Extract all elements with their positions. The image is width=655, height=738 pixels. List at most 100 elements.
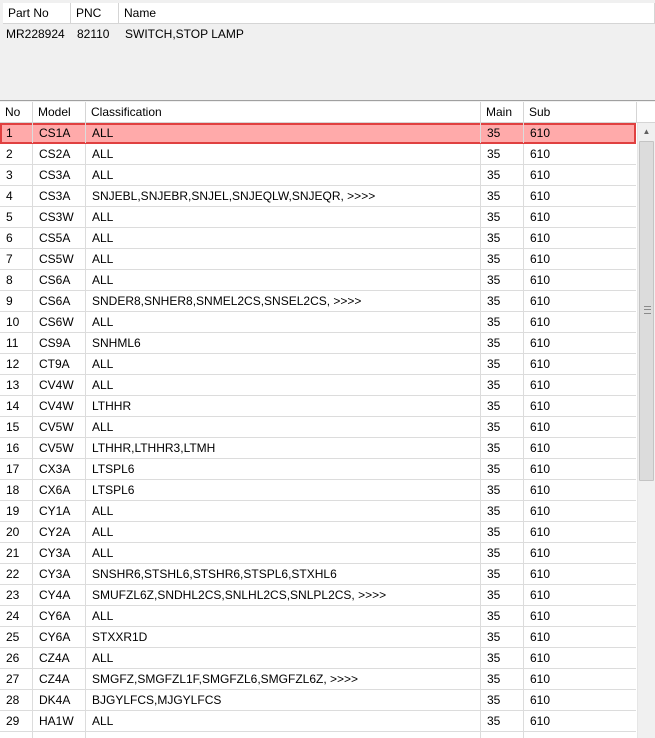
table-row[interactable]: 23 CY4A SMUFZL6Z,SNDHL2CS,SNLHL2CS,SNLPL2C…: [0, 585, 636, 606]
table-row[interactable]: 7 CS5W ALL 35 610: [0, 249, 636, 270]
model-list-panel: No Model Classification Main Sub 1 CS1A AL…: [0, 102, 655, 738]
row-classification: ALL: [86, 711, 481, 731]
row-sub: 610: [530, 651, 551, 665]
table-row[interactable]: 16 CV5W LTHHR,LTHHR3,LTMH 35 610: [0, 438, 636, 459]
table-row[interactable]: 18 CX6A LTSPL6 35 610: [0, 480, 636, 501]
table-row[interactable]: 13 CV4W ALL 35 610: [0, 375, 636, 396]
scroll-thumb[interactable]: [639, 141, 654, 481]
row-classification: ALL: [86, 375, 481, 395]
row-model: CY4A: [33, 585, 86, 605]
table-row[interactable]: 12 CT9A ALL 35 610: [0, 354, 636, 375]
table-row[interactable]: 24 CY6A ALL 35 610: [0, 606, 636, 627]
row-classification: ALL: [86, 207, 481, 227]
row-main: 35: [481, 627, 524, 647]
column-header-pnc[interactable]: PNC: [71, 3, 119, 24]
table-row[interactable]: 9 CS6A SNDER8,SNHER8,SNMEL2CS,SNSEL2CS, >>…: [0, 291, 636, 312]
row-model: CV5W: [33, 438, 86, 458]
table-row[interactable]: 10 CS6W ALL 35 610: [0, 312, 636, 333]
table-row[interactable]: 2 CS2A ALL 35 610: [0, 144, 636, 165]
table-row[interactable]: 3 CS3A ALL 35 610: [0, 165, 636, 186]
table-row[interactable]: 20 CY2A ALL 35 610: [0, 522, 636, 543]
row-no: 4: [0, 186, 33, 206]
column-header-name[interactable]: Name: [119, 3, 655, 24]
row-model: CY6A: [33, 606, 86, 626]
table-row[interactable]: 17 CX3A LTSPL6 35 610: [0, 459, 636, 480]
row-no: 20: [0, 522, 33, 542]
row-main: 35: [481, 354, 524, 374]
column-header-part-no[interactable]: Part No: [3, 3, 71, 24]
table-row[interactable]: 15 CV5W ALL 35 610: [0, 417, 636, 438]
row-no: 16: [0, 438, 33, 458]
row-sub: 610: [530, 294, 551, 308]
row-sub: 610: [530, 168, 551, 182]
table-row[interactable]: 8 CS6A ALL 35 610: [0, 270, 636, 291]
row-no: 28: [0, 690, 33, 710]
row-main: 35: [481, 543, 524, 563]
row-main: 35: [481, 438, 524, 458]
row-sub: 610: [530, 714, 551, 728]
column-header-sub[interactable]: Sub: [524, 102, 637, 123]
row-sub: 610: [530, 147, 551, 161]
table-row[interactable]: 29 HA1W ALL 35 610: [0, 711, 636, 732]
grip-lines-icon: [644, 306, 651, 314]
row-sub: 610: [530, 420, 551, 434]
row-main: 35: [481, 207, 524, 227]
row-model: CY3A: [33, 564, 86, 584]
row-main: 35: [481, 333, 524, 353]
column-header-main[interactable]: Main: [481, 102, 524, 123]
row-no: 3: [0, 165, 33, 185]
row-no: 8: [0, 270, 33, 290]
row-sub: 610: [530, 588, 551, 602]
row-no: 29: [0, 711, 33, 731]
table-row[interactable]: [0, 732, 636, 738]
row-classification: ALL: [86, 228, 481, 248]
row-sub: 610: [530, 546, 551, 560]
row-no: [0, 732, 33, 738]
column-header-classification[interactable]: Classification: [86, 102, 481, 123]
table-row[interactable]: 22 CY3A SNSHR6,STSHL6,STSHR6,STSPL6,STXHL6…: [0, 564, 636, 585]
row-model: CS2A: [33, 144, 86, 164]
row-model: CZ4A: [33, 648, 86, 668]
table-row[interactable]: 14 CV4W LTHHR 35 610: [0, 396, 636, 417]
row-no: 21: [0, 543, 33, 563]
row-main: 35: [481, 690, 524, 710]
column-header-model[interactable]: Model: [33, 102, 86, 123]
row-no: 22: [0, 564, 33, 584]
row-sub: 610: [530, 378, 551, 392]
table-row[interactable]: 28 DK4A BJGYLFCS,MJGYLFCS 35 610: [0, 690, 636, 711]
row-classification: ALL: [86, 501, 481, 521]
row-main: 35: [481, 564, 524, 584]
table-row-selected[interactable]: 1 CS1A ALL 35 610: [0, 123, 636, 144]
row-sub: 610: [530, 672, 551, 686]
row-main: 35: [481, 711, 524, 731]
row-model: CS3A: [33, 165, 86, 185]
table-row[interactable]: 21 CY3A ALL 35 610: [0, 543, 636, 564]
row-main: 35: [481, 396, 524, 416]
table-row[interactable]: 11 CS9A SNHML6 35 610: [0, 333, 636, 354]
table-row[interactable]: 25 CY6A STXXR1D 35 610: [0, 627, 636, 648]
table-row[interactable]: 27 CZ4A SMGFZ,SMGFZL1F,SMGFZL6,SMGFZL6Z, >…: [0, 669, 636, 690]
table-row[interactable]: 19 CY1A ALL 35 610: [0, 501, 636, 522]
row-no: 11: [0, 333, 33, 353]
row-classification: ALL: [86, 417, 481, 437]
row-model: CY2A: [33, 522, 86, 542]
column-header-no[interactable]: No: [0, 102, 33, 123]
row-main: 35: [481, 249, 524, 269]
table-row[interactable]: 5 CS3W ALL 35 610: [0, 207, 636, 228]
row-sub: 610: [530, 504, 551, 518]
vertical-scrollbar[interactable]: ▲: [637, 123, 655, 738]
pnc-value: 82110: [77, 27, 110, 41]
row-sub: 610: [530, 441, 551, 455]
row-no: 23: [0, 585, 33, 605]
row-main: 35: [481, 312, 524, 332]
row-model: CY3A: [33, 543, 86, 563]
row-classification: ALL: [86, 165, 481, 185]
table-row[interactable]: 4 CS3A SNJEBL,SNJEBR,SNJEL,SNJEQLW,SNJEQR,…: [0, 186, 636, 207]
row-main: 35: [481, 165, 524, 185]
row-no: 2: [0, 144, 33, 164]
row-sub: 610: [530, 126, 551, 140]
table-row[interactable]: 6 CS5A ALL 35 610: [0, 228, 636, 249]
scroll-up-arrow-icon[interactable]: ▲: [638, 123, 655, 140]
row-classification: ALL: [86, 144, 481, 164]
table-row[interactable]: 26 CZ4A ALL 35 610: [0, 648, 636, 669]
